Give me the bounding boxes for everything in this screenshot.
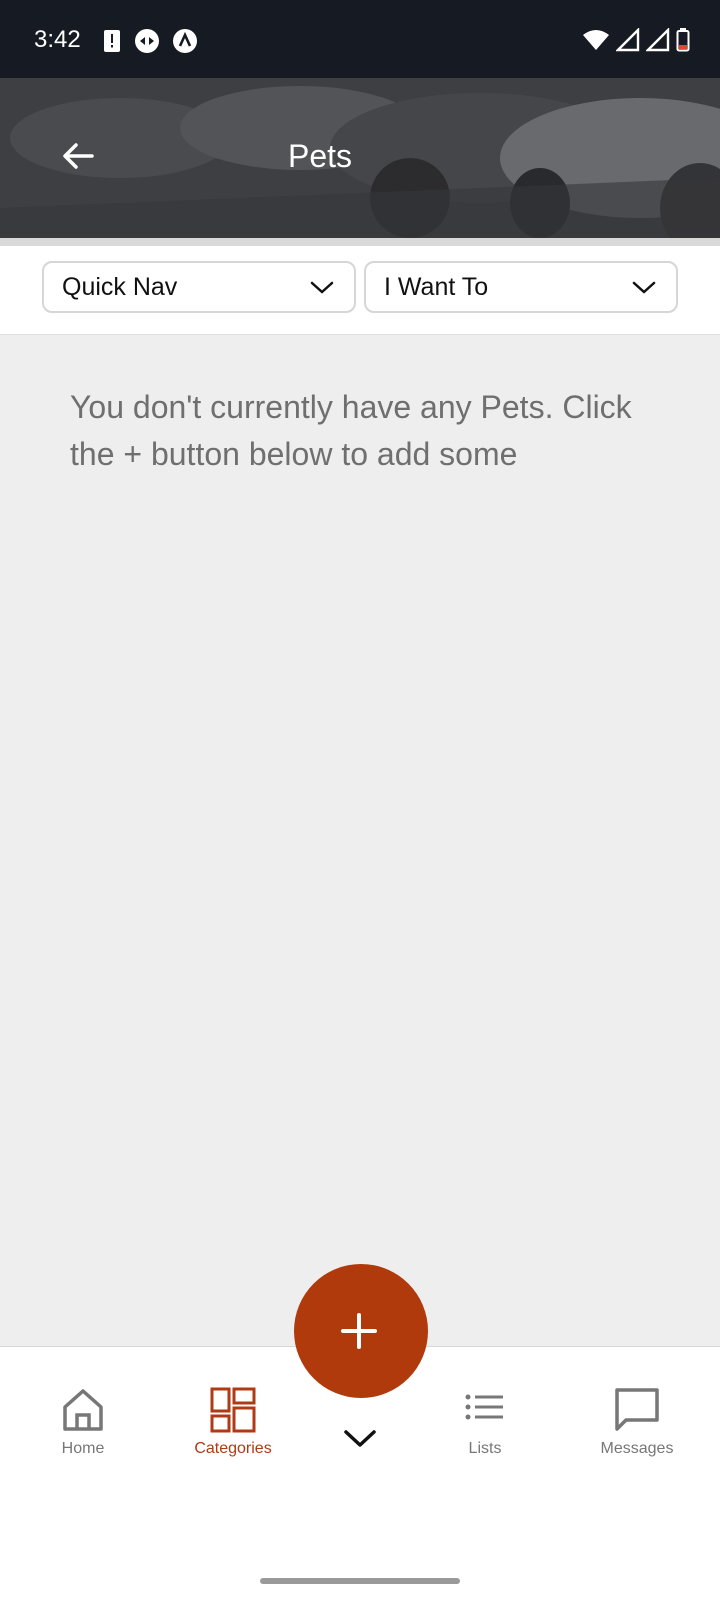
add-button[interactable] [294, 1264, 428, 1398]
nav-label-lists: Lists [468, 1440, 502, 1457]
nav-item-categories[interactable]: Categories [168, 1387, 298, 1458]
battery-icon [676, 28, 690, 52]
chevron-down-icon[interactable] [342, 1424, 378, 1452]
signal-icon [646, 28, 670, 52]
vpn-icon [173, 29, 197, 53]
status-time: 3:42 [34, 26, 81, 53]
page-title: Pets [287, 138, 353, 174]
data-saver-icon [135, 29, 159, 53]
i-want-to-dropdown[interactable]: I Want To [364, 261, 678, 313]
message-icon [615, 1388, 659, 1431]
quick-nav-dropdown[interactable]: Quick Nav [42, 261, 356, 313]
chevron-down-icon [310, 281, 334, 294]
list-icon [465, 1394, 503, 1420]
quick-nav-label: Quick Nav [62, 272, 178, 301]
navigation-toolbar: Quick Nav I Want To [0, 246, 720, 335]
status-system-icons [582, 28, 690, 52]
nav-label-messages: Messages [600, 1440, 674, 1457]
signal-icon [616, 28, 640, 52]
status-notification-icons [102, 28, 198, 54]
alert-icon [104, 30, 120, 52]
categories-icon [210, 1387, 256, 1433]
header-divider [0, 238, 720, 246]
status-bar: 3:42 [0, 0, 720, 78]
nav-item-lists[interactable]: Lists [420, 1387, 550, 1458]
nav-item-home[interactable]: Home [18, 1387, 148, 1458]
chevron-down-icon [632, 281, 656, 294]
wifi-icon [583, 30, 609, 50]
page-header: Pets [0, 78, 720, 238]
nav-label-categories: Categories [194, 1440, 272, 1457]
i-want-to-label: I Want To [384, 272, 489, 301]
home-indicator[interactable] [260, 1578, 460, 1584]
home-icon [63, 1389, 103, 1431]
empty-state-message: You don't currently have any Pets. Click… [70, 389, 632, 472]
nav-item-messages[interactable]: Messages [572, 1387, 702, 1458]
nav-label-home: Home [61, 1440, 105, 1457]
